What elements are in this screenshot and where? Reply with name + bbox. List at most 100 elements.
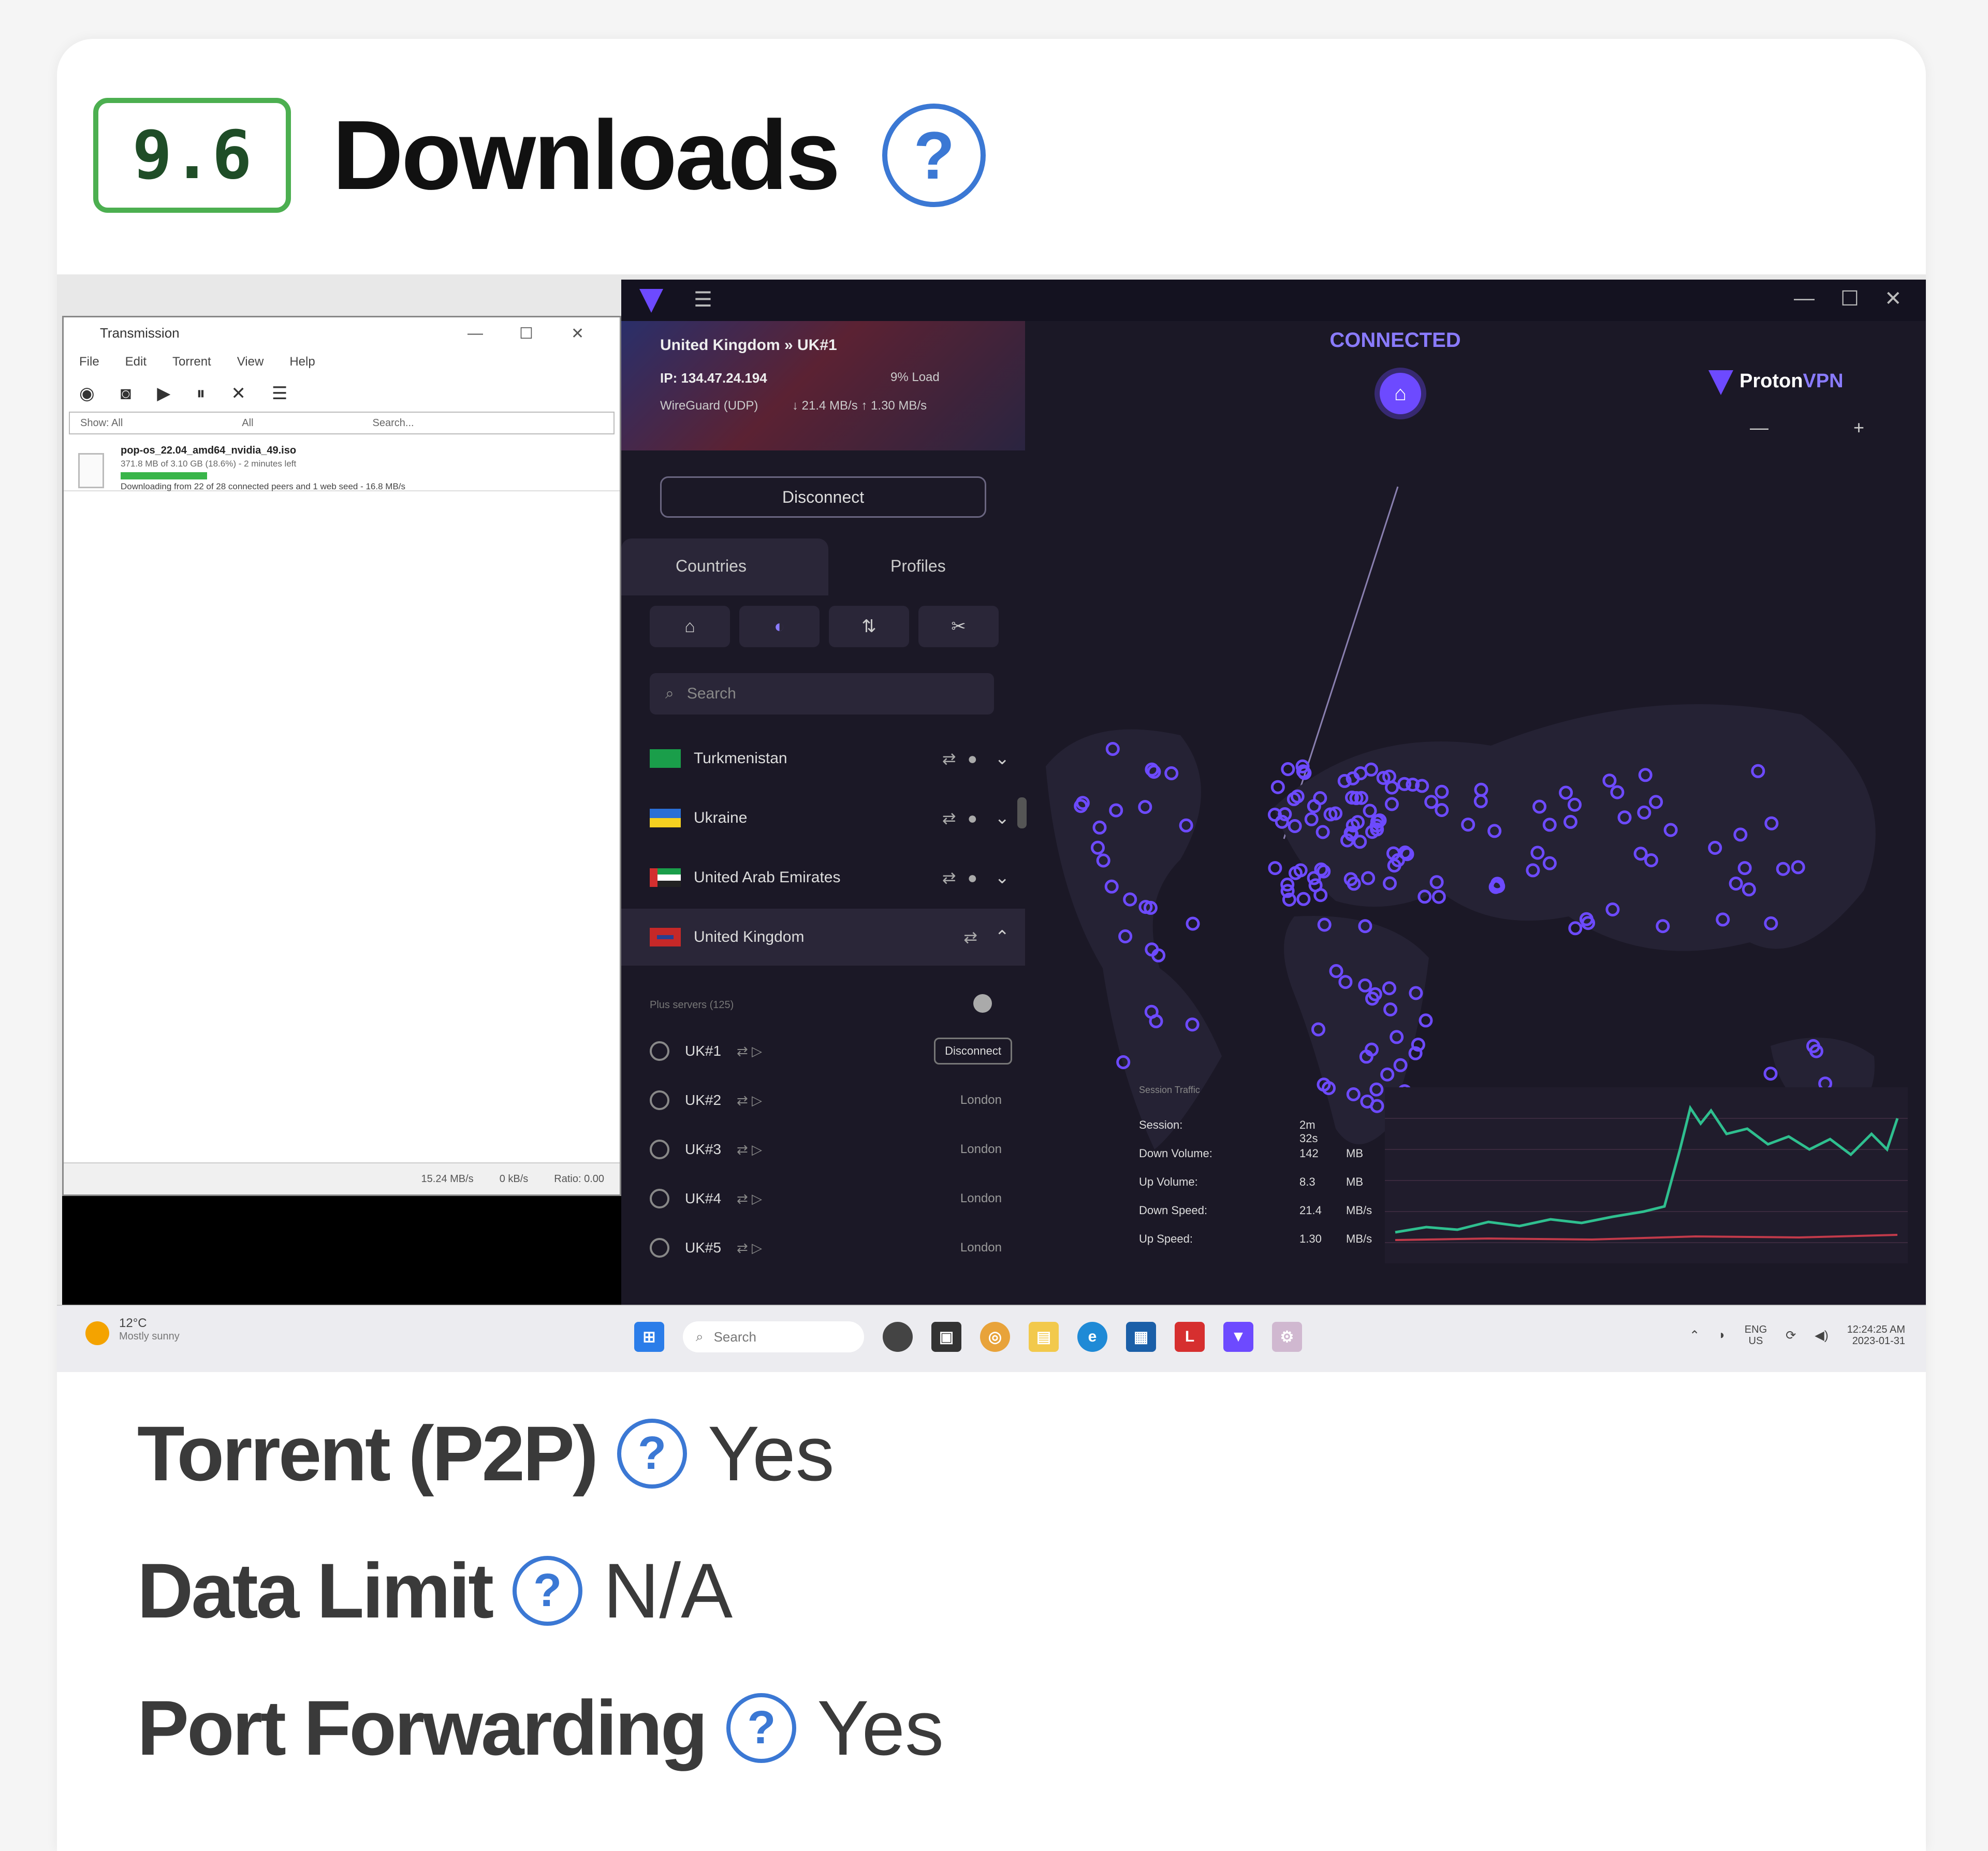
chrome-icon[interactable]: ◎ xyxy=(980,1322,1010,1352)
feature-list: Torrent (P2P) ? Yes Data Limit ? N/A Por… xyxy=(137,1385,944,1797)
server-row[interactable]: UK#2 ⇄ ▷ London xyxy=(650,1077,1022,1124)
help-icon[interactable]: ? xyxy=(617,1419,687,1489)
transmission-taskbar-icon[interactable]: ⚙ xyxy=(1272,1322,1302,1352)
chevron-up-icon[interactable]: ⌃ xyxy=(1689,1328,1700,1343)
tab-profiles[interactable]: Profiles xyxy=(890,557,946,576)
info-icon[interactable] xyxy=(973,994,992,1013)
p2p-icon[interactable]: ⇅ xyxy=(829,606,909,647)
edge-icon[interactable]: e xyxy=(1077,1322,1107,1352)
status-filter[interactable]: All xyxy=(111,417,123,429)
hamburger-menu-icon[interactable]: ☰ xyxy=(694,288,712,312)
zoom-out-icon[interactable]: — xyxy=(1750,417,1768,439)
connection-status: CONNECTED xyxy=(1329,329,1461,352)
up-speed: 0 kB/s xyxy=(499,1173,529,1185)
desktop-background xyxy=(62,1196,621,1305)
chevron-down-icon[interactable]: ⌄ xyxy=(995,808,1010,828)
taskbar-search-input[interactable]: ⌕ Search xyxy=(683,1321,864,1352)
tray-app-icon[interactable]: ◗ xyxy=(1718,1328,1726,1343)
weather-icon[interactable] xyxy=(85,1321,109,1345)
torrent-row[interactable]: pop-os_22.04_amd64_nvidia_49.iso 371.8 M… xyxy=(64,434,620,491)
stat-value: 2m 32s xyxy=(1299,1118,1318,1145)
close-icon[interactable]: ✕ xyxy=(571,325,584,343)
chevron-up-icon[interactable]: ⌃ xyxy=(995,927,1010,948)
server-disconnect-button[interactable]: Disconnect xyxy=(934,1038,1012,1065)
menu-torrent[interactable]: Torrent xyxy=(172,355,211,369)
weather-widget[interactable]: 12°C Mostly sunny xyxy=(119,1316,180,1343)
server-row[interactable]: UK#5 ⇄ ▷ London xyxy=(650,1225,1022,1271)
minimize-icon[interactable]: — xyxy=(467,325,483,342)
clock[interactable]: 12:24:25 AM 2023-01-31 xyxy=(1847,1324,1905,1347)
server-marker-icon[interactable] xyxy=(1431,890,1446,904)
stat-unit: MB xyxy=(1346,1175,1363,1188)
volume-icon[interactable]: ◀) xyxy=(1815,1328,1828,1343)
server-marker-icon[interactable] xyxy=(1268,861,1282,876)
file-explorer-icon[interactable]: ▤ xyxy=(1029,1322,1059,1352)
server-row[interactable]: UK#3 ⇄ ▷ London xyxy=(650,1126,1022,1173)
stat-label: Session: xyxy=(1139,1118,1183,1131)
pause-icon[interactable]: ⏸ xyxy=(196,384,205,404)
server-marker-icon[interactable] xyxy=(1270,780,1285,794)
network-icon[interactable]: ⟳ xyxy=(1786,1328,1796,1343)
server-marker-icon[interactable] xyxy=(1186,916,1200,931)
country-row-ukraine[interactable]: Ukraine ⇄● ⌄ xyxy=(621,790,1025,847)
connection-speed: ↓ 21.4 MB/s ↑ 1.30 MB/s xyxy=(792,399,927,413)
server-city: London xyxy=(960,1191,1002,1205)
close-icon[interactable]: ✕ xyxy=(1884,287,1902,311)
start-icon[interactable]: ▶ xyxy=(157,383,170,404)
open-url-icon[interactable]: ◙ xyxy=(121,384,131,404)
server-marker-icon[interactable] xyxy=(1296,892,1311,906)
maximize-icon[interactable]: ☐ xyxy=(519,325,533,343)
start-icon[interactable]: ⊞ xyxy=(634,1322,664,1352)
server-row[interactable]: UK#4 ⇄ ▷ London xyxy=(650,1175,1022,1222)
properties-icon[interactable]: ☰ xyxy=(272,383,287,404)
help-icon[interactable]: ? xyxy=(882,104,986,207)
search-input[interactable]: Search... xyxy=(373,417,414,429)
torrent-progress-bar xyxy=(121,472,207,479)
secure-core-icon[interactable]: ◐ xyxy=(739,606,820,647)
tab-countries[interactable]: Countries xyxy=(621,538,828,595)
ratio: Ratio: 0.00 xyxy=(554,1173,604,1185)
chevron-down-icon[interactable]: ⌄ xyxy=(995,748,1010,769)
zoom-in-icon[interactable]: + xyxy=(1853,417,1864,439)
chevron-down-icon[interactable]: ⌄ xyxy=(995,867,1010,888)
open-icon[interactable]: ◉ xyxy=(79,383,95,404)
menu-help[interactable]: Help xyxy=(289,355,315,369)
minimize-icon[interactable]: — xyxy=(1794,287,1815,310)
maximize-icon[interactable]: ☐ xyxy=(1840,287,1859,311)
stats-title: Session Traffic xyxy=(1139,1085,1200,1095)
country-row-uae[interactable]: United Arab Emirates ⇄● ⌄ xyxy=(621,849,1025,906)
server-marker-icon[interactable] xyxy=(1281,762,1295,776)
connection-panel: United Kingdom » UK#1 IP: 134.47.24.194 … xyxy=(621,321,1025,450)
country-name: United Kingdom xyxy=(694,928,805,945)
server-marker-icon[interactable] xyxy=(1763,1067,1778,1081)
stat-label: Up Speed: xyxy=(1139,1232,1193,1245)
home-marker-icon[interactable]: ⌂ xyxy=(1380,373,1421,414)
server-marker-icon[interactable] xyxy=(1313,888,1328,902)
tor-icon[interactable]: ✂ xyxy=(918,606,999,647)
store-icon[interactable]: ▦ xyxy=(1126,1322,1156,1352)
country-row-turkmenistan[interactable]: Turkmenistan ⇄● ⌄ xyxy=(621,730,1025,787)
task-view-icon[interactable]: ▣ xyxy=(931,1322,961,1352)
server-marker-icon[interactable] xyxy=(1419,1013,1433,1028)
down-speed: 15.24 MB/s xyxy=(421,1173,474,1185)
language-indicator[interactable]: ENG US xyxy=(1745,1324,1767,1347)
help-icon[interactable]: ? xyxy=(513,1556,583,1626)
country-search-input[interactable]: ⌕ Search xyxy=(650,673,994,715)
app-icon[interactable]: L xyxy=(1175,1322,1205,1352)
menu-view[interactable]: View xyxy=(237,355,264,369)
copilot-icon[interactable] xyxy=(883,1322,913,1352)
help-icon[interactable]: ? xyxy=(726,1693,797,1763)
server-marker-icon[interactable] xyxy=(1568,921,1583,936)
menu-edit[interactable]: Edit xyxy=(125,355,147,369)
remove-icon[interactable]: ✕ xyxy=(231,383,246,404)
server-row[interactable]: UK#1 ⇄ ▷ Disconnect xyxy=(650,1028,1022,1074)
menu-file[interactable]: File xyxy=(79,355,99,369)
feature-value: N/A xyxy=(603,1547,733,1634)
protocol: WireGuard (UDP) xyxy=(660,399,758,413)
home-icon[interactable]: ⌂ xyxy=(650,606,730,647)
country-row-united-kingdom[interactable]: United Kingdom ⇄ ⌃ xyxy=(621,909,1025,966)
disconnect-button[interactable]: Disconnect xyxy=(660,476,986,518)
tracker-filter[interactable]: All xyxy=(242,417,253,429)
map-land-eurasia xyxy=(1274,704,1876,951)
proton-vpn-taskbar-icon[interactable]: ▼ xyxy=(1223,1322,1253,1352)
